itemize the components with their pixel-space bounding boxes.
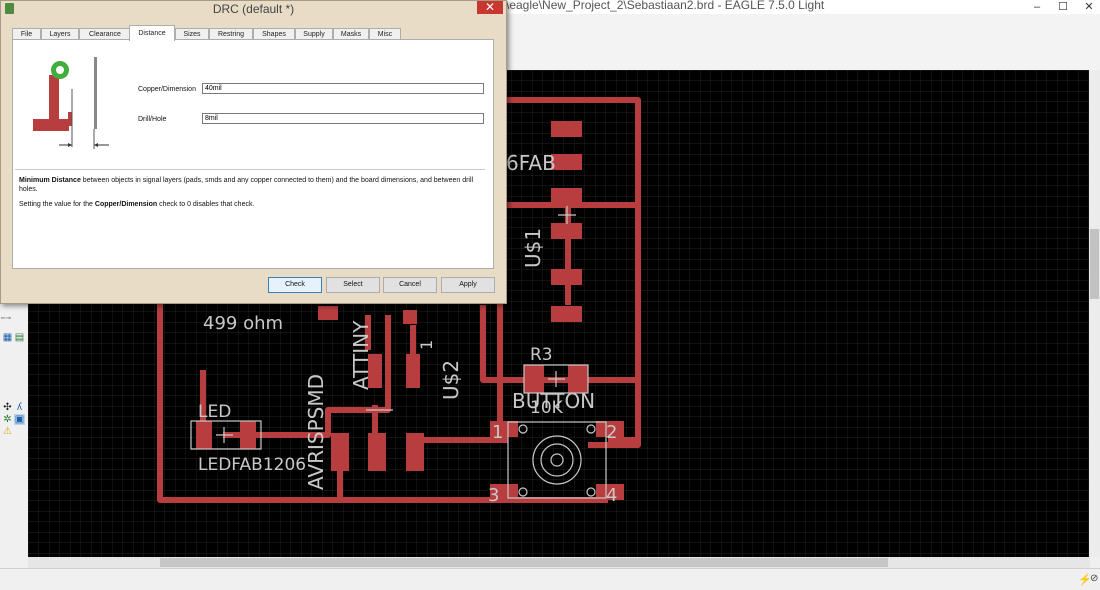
warning-icon[interactable]: ⚠: [2, 426, 13, 437]
ic-pad: [551, 223, 582, 239]
minimize-button[interactable]: –: [1024, 0, 1050, 14]
label-r3-name: R3: [530, 345, 553, 365]
cancel-button[interactable]: Cancel: [383, 277, 437, 293]
copper-dimension-input[interactable]: [202, 83, 484, 94]
select-button[interactable]: Select: [326, 277, 380, 293]
label-button: BUTTON: [512, 389, 595, 413]
ic-pad: [551, 188, 582, 204]
erc-icon[interactable]: ▣: [14, 414, 25, 425]
description-text: Minimum Distance between objects in sign…: [19, 176, 474, 194]
note-prefix: Setting the value for the: [19, 201, 95, 208]
label-us2: U$2: [439, 360, 463, 400]
apply-button[interactable]: Apply: [441, 277, 495, 293]
label-us1: U$1: [521, 228, 545, 268]
label-led-name: LED: [198, 402, 231, 422]
description-body: between objects in signal layers (pads, …: [19, 177, 474, 193]
label-button-pin3: 3: [488, 485, 499, 506]
vertical-scrollbar[interactable]: [1089, 70, 1100, 557]
horizontal-scroll-thumb[interactable]: [160, 558, 888, 567]
label-button-pin1: 1: [492, 422, 503, 443]
note-suffix: check to 0 disables that check.: [157, 201, 255, 208]
distance-illustration: [19, 49, 119, 159]
copper-dimension-label: Copper/Dimension: [138, 86, 196, 93]
drc-icon[interactable]: ✲: [2, 414, 13, 425]
avr-pad: [368, 433, 386, 471]
ic-pad: [551, 269, 582, 285]
led-pad: [240, 421, 256, 449]
illustration-copper: [49, 75, 59, 123]
layers-icon[interactable]: ▤: [14, 332, 25, 343]
drc-dialog: DRC (default *) ✕ File Layers Clearance …: [0, 0, 507, 304]
toolbar-small-label: en nb: [1, 315, 12, 320]
main-window-title: s\eagle\New_Project_2\Sebastiaan2.brd - …: [500, 0, 825, 12]
attiny-pad-small: [403, 310, 417, 324]
label-led-value: LEDFAB1206: [198, 455, 306, 475]
label-r-value: 499 ohm: [203, 313, 283, 334]
drill-hole-input[interactable]: [202, 113, 484, 124]
check-button[interactable]: Check: [268, 277, 322, 293]
description-bold: Minimum Distance: [19, 177, 81, 184]
label-button-pin4: 4: [606, 485, 617, 506]
ic-pad: [551, 121, 582, 137]
avr-pad: [331, 433, 349, 471]
tab-distance[interactable]: Distance: [129, 25, 175, 41]
status-bar: ⚡ ⊘: [0, 568, 1100, 590]
ratsnest-icon[interactable]: ✣: [2, 402, 13, 413]
note-bold: Copper/Dimension: [94, 201, 158, 208]
label-pin1: 1: [417, 340, 436, 350]
illustration-drill: [56, 66, 64, 74]
vertical-scroll-thumb[interactable]: [1090, 229, 1099, 299]
dialog-title: DRC (default *): [212, 2, 295, 16]
avr-pad: [406, 433, 424, 471]
label-attiny: ATTINY: [349, 320, 373, 390]
description-divider: [15, 169, 485, 170]
grid-icon[interactable]: ▦: [2, 332, 13, 343]
status-stop-icon[interactable]: ⊘: [1090, 573, 1098, 584]
close-window-button[interactable]: ✕: [1076, 0, 1100, 14]
led-pad: [196, 421, 212, 449]
label-avrispsmd: AVRISPSMD: [304, 374, 328, 490]
ic-pad: [551, 306, 582, 322]
label-button-pin2: 2: [606, 422, 617, 443]
maximize-button[interactable]: ☐: [1050, 0, 1076, 14]
dialog-close-button[interactable]: ✕: [477, 1, 503, 14]
drill-hole-label: Drill/Hole: [138, 116, 167, 123]
description-note: Setting the value for the Copper/Dimensi…: [19, 200, 474, 209]
route-icon[interactable]: ʎ: [14, 402, 25, 413]
attiny-pad-small: [318, 306, 338, 320]
label-fab: 6FAB: [506, 151, 556, 175]
attiny-pad: [406, 354, 420, 388]
illustration-dimension: [94, 57, 97, 129]
